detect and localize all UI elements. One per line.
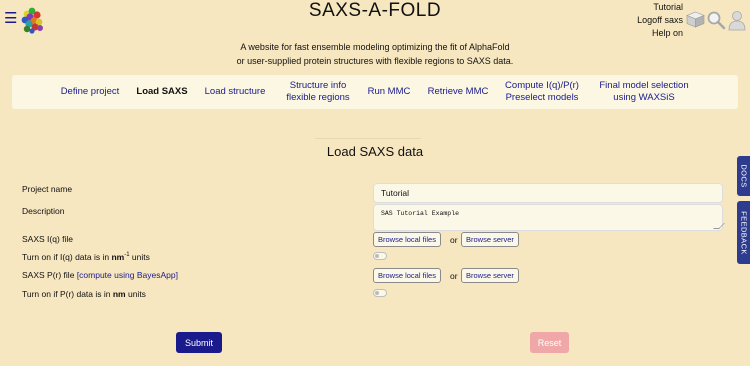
cube-icon[interactable] bbox=[686, 11, 705, 28]
nav-label: Retrieve MMC bbox=[427, 86, 489, 97]
nav-load-saxs[interactable]: Load SAXS bbox=[132, 75, 192, 109]
nav-label-line2: using WAXSiS bbox=[613, 92, 675, 103]
iq-browse-local-button[interactable]: Browse local files bbox=[373, 232, 441, 247]
nav-structure-info[interactable]: Structure info flexible regions bbox=[278, 75, 358, 109]
pr-or-text: or bbox=[450, 271, 458, 281]
nav-label: Load SAXS bbox=[136, 86, 188, 97]
nav-retrieve-mmc[interactable]: Retrieve MMC bbox=[422, 75, 494, 109]
project-name-input[interactable] bbox=[373, 183, 723, 203]
nav-label: Run MMC bbox=[367, 86, 411, 97]
search-icon[interactable] bbox=[706, 10, 726, 30]
nav-compute-iq-pr[interactable]: Compute I(q)/P(r) Preselect models bbox=[498, 75, 586, 109]
help-toggle[interactable]: Help on bbox=[637, 27, 683, 40]
nav-label-line2: Preselect models bbox=[505, 92, 579, 103]
docs-tab-label: DOCS bbox=[739, 164, 748, 188]
pr-browse-server-button[interactable]: Browse server bbox=[461, 268, 519, 283]
subtitle-line-2: or user-supplied protein structures with… bbox=[236, 56, 514, 66]
nav-final-model-selection[interactable]: Final model selection using WAXSiS bbox=[592, 75, 696, 109]
pr-units-toggle[interactable] bbox=[373, 289, 387, 297]
pr-units-label-prefix: Turn on if P(r) data is in bbox=[22, 289, 113, 299]
iq-or-text: or bbox=[450, 235, 458, 245]
iq-units-label-unit: nm bbox=[111, 252, 125, 262]
person-icon[interactable] bbox=[727, 9, 747, 31]
feedback-tab-label: FEEDBACK bbox=[739, 210, 748, 255]
reset-button[interactable]: Reset bbox=[530, 332, 569, 353]
description-label: Description bbox=[22, 206, 65, 216]
nav-load-structure[interactable]: Load structure bbox=[198, 75, 272, 109]
iq-units-label: Turn on if I(q) data is in nm-1 units bbox=[22, 252, 150, 262]
workflow-nav: Define project Load SAXS Load structure … bbox=[12, 75, 738, 109]
section-divider bbox=[315, 138, 421, 139]
pr-units-label-unit: nm bbox=[112, 289, 126, 299]
current-project: Tutorial bbox=[653, 2, 683, 12]
subtitle-line-1: A website for fast ensemble modeling opt… bbox=[240, 42, 510, 52]
pr-units-label: Turn on if P(r) data is in nm units bbox=[22, 289, 146, 299]
nav-label: Define project bbox=[60, 86, 120, 97]
description-textarea[interactable]: SAS Tutorial Example bbox=[373, 204, 723, 231]
app-subtitle: A website for fast ensemble modeling opt… bbox=[0, 40, 750, 68]
nav-define-project[interactable]: Define project bbox=[52, 75, 128, 109]
saxs-iq-file-label: SAXS I(q) file bbox=[22, 234, 74, 244]
section-title: Load SAXS data bbox=[326, 144, 424, 159]
iq-units-label-prefix: Turn on if I(q) data is in bbox=[22, 252, 112, 262]
nav-label: Compute I(q)/P(r) bbox=[505, 80, 579, 91]
pr-units-label-suffix: units bbox=[125, 289, 146, 299]
nav-label: Final model selection bbox=[599, 80, 689, 91]
pr-browse-local-button[interactable]: Browse local files bbox=[373, 268, 441, 283]
bayesapp-link[interactable]: [compute using BayesApp] bbox=[77, 270, 178, 280]
docs-side-tab[interactable]: DOCS bbox=[737, 156, 750, 196]
nav-label-line2: flexible regions bbox=[286, 92, 350, 103]
nav-run-mmc[interactable]: Run MMC bbox=[362, 75, 416, 109]
feedback-side-tab[interactable]: FEEDBACK bbox=[737, 201, 750, 264]
iq-browse-server-button[interactable]: Browse server bbox=[461, 232, 519, 247]
user-panel: Tutorial Logoff saxs Help on bbox=[637, 1, 683, 40]
project-name-label: Project name bbox=[22, 184, 73, 194]
nav-label: Structure info bbox=[289, 80, 347, 91]
submit-button[interactable]: Submit bbox=[176, 332, 222, 353]
saxs-pr-file-label-text: SAXS P(r) file bbox=[22, 270, 75, 280]
nav-label: Load structure bbox=[204, 86, 266, 97]
iq-units-label-suffix: units bbox=[129, 252, 150, 262]
saxs-pr-file-label: SAXS P(r) file [compute using BayesApp] bbox=[22, 270, 178, 280]
logoff-link[interactable]: Logoff saxs bbox=[637, 14, 683, 27]
iq-units-toggle[interactable] bbox=[373, 252, 387, 260]
